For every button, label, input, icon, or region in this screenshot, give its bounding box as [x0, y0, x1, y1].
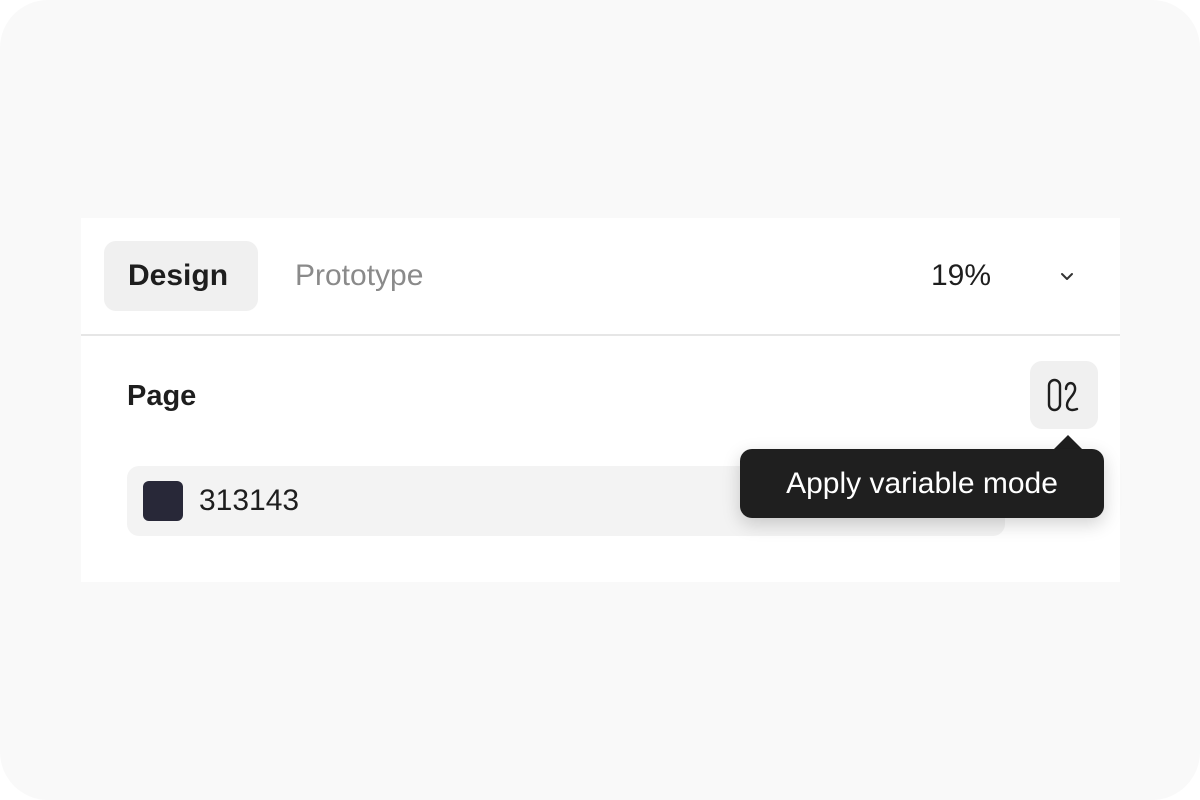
tooltip-arrow [1053, 435, 1083, 450]
tab-design[interactable]: Design [104, 241, 258, 311]
zoom-level[interactable]: 19% [931, 241, 991, 311]
properties-panel: Design Prototype 19% Page [81, 218, 1120, 582]
chevron-down-icon[interactable] [1053, 262, 1081, 290]
tooltip: Apply variable mode [740, 449, 1104, 518]
color-swatch[interactable] [143, 481, 183, 521]
app-frame: Design Prototype 19% Page Apply variable… [0, 0, 1200, 800]
page-section-title: Page [127, 380, 197, 412]
apply-variable-mode-button[interactable] [1030, 361, 1098, 429]
hex-color-input[interactable] [199, 466, 759, 536]
panel-tab-bar: Design Prototype 19% [81, 218, 1120, 336]
variable-mode-icon [1047, 378, 1079, 412]
tab-prototype[interactable]: Prototype [271, 241, 447, 311]
